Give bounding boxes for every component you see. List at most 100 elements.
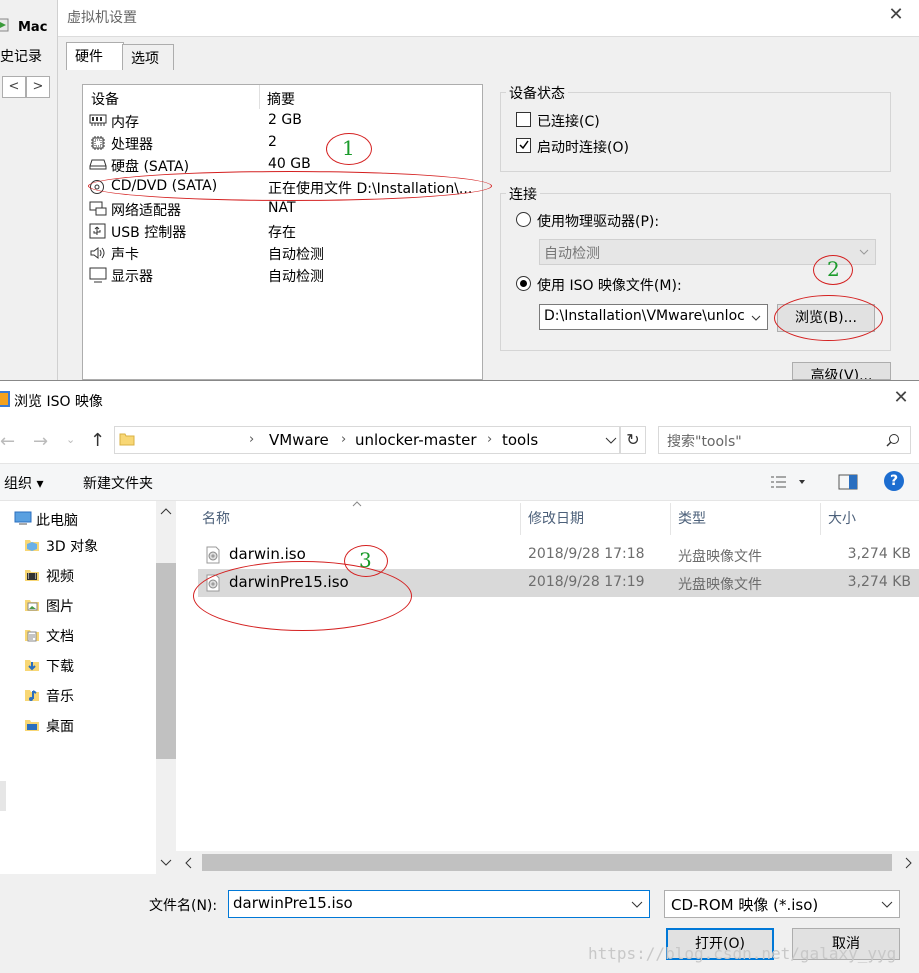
device-name: 处理器: [111, 137, 153, 153]
nav-item-music[interactable]: 音乐: [0, 681, 156, 711]
new-folder-button[interactable]: 新建文件夹: [83, 473, 153, 493]
device-row-memory[interactable]: 内存 2 GB: [87, 110, 480, 132]
desktop-icon: [24, 717, 40, 737]
nav-scrollbar[interactable]: [156, 501, 176, 874]
tab-options[interactable]: 选项: [122, 44, 174, 70]
cpu-icon: [89, 135, 107, 155]
up-arrow-icon[interactable]: ↑: [90, 430, 105, 451]
connected-checkbox[interactable]: [516, 112, 531, 127]
view-options-icon[interactable]: [770, 474, 806, 494]
back-button[interactable]: <: [2, 76, 26, 98]
annotation-ellipse: [88, 171, 492, 201]
forward-button[interactable]: >: [26, 76, 50, 98]
annotation-ellipse: [193, 561, 412, 631]
search-icon: [886, 434, 899, 447]
nav-item-video[interactable]: 视频: [0, 561, 156, 591]
scrollbar-thumb[interactable]: [202, 854, 892, 871]
connect-at-power-on-label: 启动时连接(O): [537, 140, 629, 156]
scroll-left-icon[interactable]: [184, 857, 192, 869]
nav-item-desktop[interactable]: 桌面: [0, 711, 156, 741]
memory-icon: [89, 113, 107, 131]
back-arrow-icon[interactable]: ←: [0, 431, 15, 452]
iso-image-radio[interactable]: [516, 276, 531, 291]
refresh-icon[interactable]: ↻: [620, 426, 646, 454]
filetype-select[interactable]: CD-ROM 映像 (*.iso): [664, 890, 900, 918]
organize-menu[interactable]: 组织 ▾: [4, 473, 43, 493]
file-type: 光盘映像文件: [678, 549, 762, 565]
nav-item-this-pc[interactable]: 此电脑: [0, 501, 156, 531]
annotation-number: 1: [342, 136, 355, 160]
vm-tab-label: Mac: [18, 20, 48, 35]
background-window: Mac 史记录 < >: [0, 0, 58, 380]
physical-drive-radio[interactable]: [516, 212, 531, 227]
nav-label: 视频: [46, 569, 74, 585]
breadcrumb-tools[interactable]: tools: [502, 431, 538, 449]
scroll-down-icon[interactable]: [160, 859, 172, 867]
device-column-header: 设备: [91, 92, 119, 108]
chevron-down-icon[interactable]: [605, 437, 617, 445]
file-list-hscrollbar[interactable]: [176, 851, 919, 874]
device-name: 网络适配器: [111, 203, 181, 219]
filename-value: darwinPre15.iso: [233, 894, 353, 912]
address-bar[interactable]: › VMware › unlocker-master › tools: [114, 426, 620, 454]
chevron-down-icon: [881, 901, 893, 908]
connect-at-power-on-checkbox[interactable]: [516, 138, 531, 153]
downloads-icon: [24, 657, 40, 677]
checkmark-icon: [519, 140, 529, 150]
column-size[interactable]: 大小: [828, 508, 856, 528]
column-separator: [670, 503, 671, 535]
nav-item-documents[interactable]: 文档: [0, 621, 156, 651]
device-row-sound[interactable]: 声卡 自动检测: [87, 242, 480, 264]
chevron-down-icon[interactable]: [631, 901, 643, 909]
column-name[interactable]: 名称: [202, 508, 230, 528]
recent-chevron-icon[interactable]: ⌄: [66, 433, 75, 446]
forward-arrow-icon[interactable]: →: [33, 431, 48, 452]
search-input[interactable]: 搜索"tools": [658, 426, 911, 454]
device-status-group: [500, 92, 891, 172]
file-size: 3,274 KB: [847, 574, 911, 590]
scroll-right-icon[interactable]: [905, 857, 913, 869]
close-button[interactable]: ✕: [884, 4, 908, 25]
device-name: USB 控制器: [111, 225, 187, 241]
device-row-network[interactable]: 网络适配器 NAT: [87, 198, 480, 220]
iso-path-dropdown[interactable]: [745, 305, 767, 329]
help-icon[interactable]: ?: [884, 471, 904, 491]
nav-label: 下载: [46, 659, 74, 675]
vm-tab-mac[interactable]: Mac: [0, 12, 58, 42]
computer-icon: [14, 511, 32, 529]
filename-input[interactable]: darwinPre15.iso: [228, 890, 650, 918]
device-list: 设备 摘要 内存 2 GB 处理器 2 硬盘 (SATA) 40 GB CD/D…: [82, 84, 483, 380]
scrollbar-thumb[interactable]: [156, 563, 176, 759]
preview-pane-icon[interactable]: [838, 474, 858, 494]
advanced-button[interactable]: 高级(V)...: [792, 362, 891, 380]
breadcrumb-unlocker-master[interactable]: unlocker-master: [355, 431, 477, 449]
nav-left-edge: [0, 781, 6, 811]
annotation-number: 2: [827, 257, 840, 281]
sort-ascending-icon: [352, 501, 362, 507]
nav-item-pictures[interactable]: 图片: [0, 591, 156, 621]
breadcrumb-separator-icon: ›: [249, 432, 255, 447]
file-size: 3,274 KB: [847, 546, 911, 562]
nav-item-downloads[interactable]: 下载: [0, 651, 156, 681]
monitor-icon: [89, 267, 107, 287]
device-row-usb[interactable]: USB 控制器 存在: [87, 220, 480, 242]
file-date: 2018/9/28 17:19: [528, 574, 645, 590]
nav-buttons: < >: [2, 76, 50, 98]
nav-item-3d-objects[interactable]: 3D 对象: [0, 531, 156, 561]
physical-drive-value: 自动检测: [544, 246, 600, 262]
close-button[interactable]: ✕: [889, 387, 913, 408]
video-icon: [24, 567, 40, 587]
scroll-up-icon[interactable]: [160, 507, 172, 515]
device-row-processor[interactable]: 处理器 2: [87, 132, 480, 154]
device-summary: 自动检测: [268, 247, 324, 263]
device-row-display[interactable]: 显示器 自动检测: [87, 264, 480, 286]
column-date[interactable]: 修改日期: [528, 508, 584, 528]
nav-label: 图片: [46, 599, 74, 615]
tab-hardware[interactable]: 硬件: [66, 42, 124, 70]
iso-path-combo[interactable]: D:\Installation\VMware\unlocke: [539, 304, 768, 330]
documents-icon: [24, 627, 40, 647]
column-type[interactable]: 类型: [678, 508, 706, 528]
folder-icon: [119, 431, 135, 451]
breadcrumb-vmware[interactable]: VMware: [269, 431, 329, 449]
speaker-icon: [89, 245, 107, 265]
